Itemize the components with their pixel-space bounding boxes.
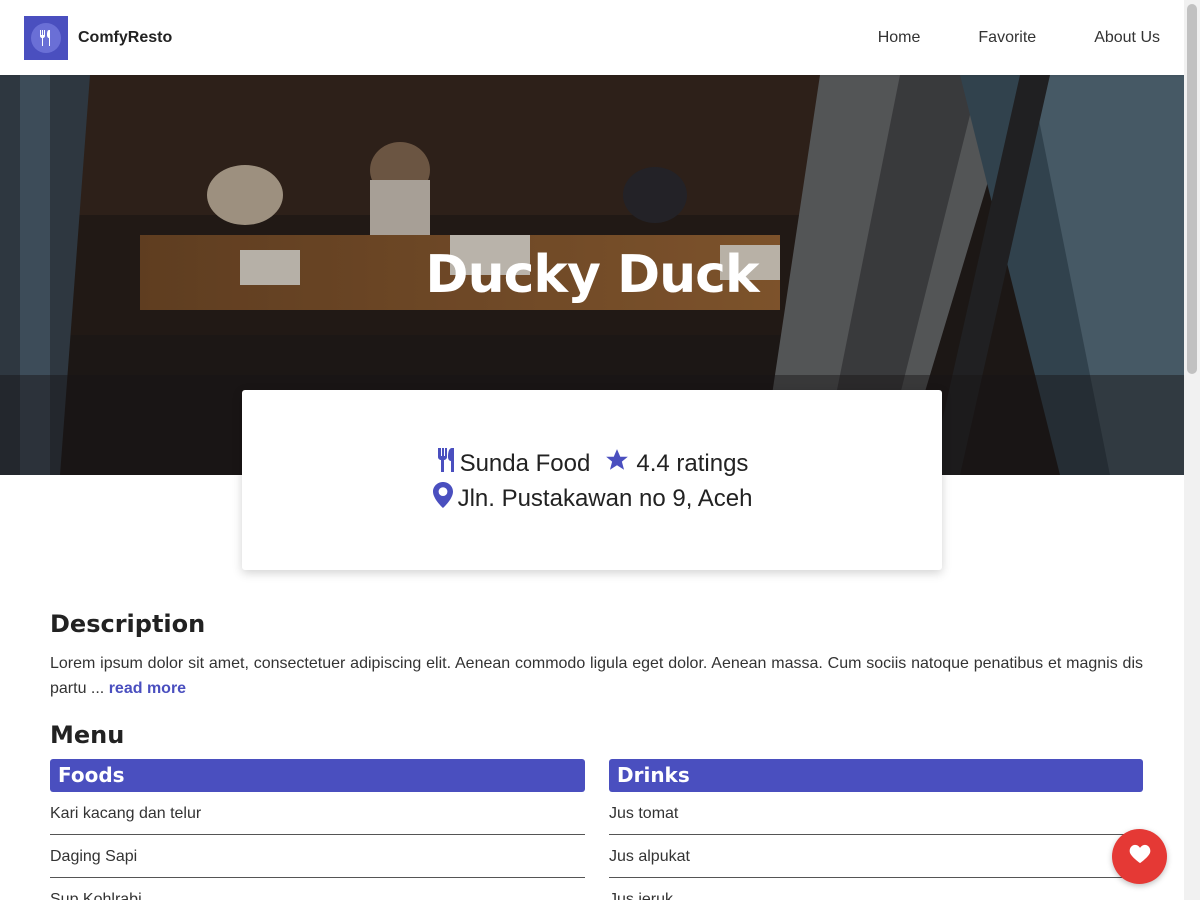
foods-list: Foods Kari kacang dan telur Daging Sapi …: [50, 759, 585, 900]
utensils-icon: [436, 447, 460, 480]
rating-text: 4.4 ratings: [636, 449, 749, 477]
map-pin-icon: [432, 481, 454, 516]
star-icon: [604, 447, 630, 480]
restaurant-name: Ducky Duck: [425, 245, 759, 305]
main-nav: Home Favorite About Us: [820, 29, 1160, 47]
read-more-link[interactable]: read more: [109, 680, 186, 697]
restaurant-details: Description Lorem ipsum dolor sit amet, …: [50, 610, 1143, 900]
page-scrollbar[interactable]: [1184, 0, 1200, 900]
address-text: Jln. Pustakawan no 9, Aceh: [457, 484, 753, 512]
foods-heading: Foods: [50, 759, 585, 792]
logo: [24, 15, 68, 60]
list-item: Sup Kohlrabi: [50, 878, 585, 900]
description-heading: Description: [50, 610, 206, 638]
drinks-list: Drinks Jus tomat Jus alpukat Jus jeruk: [609, 759, 1143, 900]
brand[interactable]: ComfyResto: [24, 15, 173, 60]
brand-name: ComfyResto: [78, 28, 173, 46]
app-header: ComfyResto Home Favorite About Us: [0, 0, 1184, 75]
category-text: Sunda Food: [459, 449, 591, 477]
menu-heading: Menu: [50, 721, 125, 749]
list-item: Jus tomat: [609, 792, 1143, 835]
list-item: Kari kacang dan telur: [50, 792, 585, 835]
heart-icon: [1129, 844, 1151, 869]
nav-home-link[interactable]: Home: [820, 29, 921, 47]
address-row: Jln. Pustakawan no 9, Aceh: [432, 481, 753, 516]
menu-columns: Foods Kari kacang dan telur Daging Sapi …: [50, 759, 1143, 900]
fork-knife-icon: [31, 22, 61, 53]
list-item: Jus jeruk: [609, 878, 1143, 900]
restaurant-info-card: Sunda Food 4.4 ratings Jln. Pustakawan n…: [242, 390, 942, 570]
scrollbar-thumb[interactable]: [1187, 4, 1197, 374]
favorite-button[interactable]: [1112, 829, 1167, 884]
category-rating-row: Sunda Food 4.4 ratings: [436, 446, 749, 481]
description-text: Lorem ipsum dolor sit amet, consectetuer…: [50, 651, 1143, 701]
list-item: Daging Sapi: [50, 835, 585, 878]
list-item: Jus alpukat: [609, 835, 1143, 878]
description-body: Lorem ipsum dolor sit amet, consectetuer…: [50, 655, 1143, 697]
nav-about-link[interactable]: About Us: [1036, 29, 1160, 47]
nav-favorite-link[interactable]: Favorite: [920, 29, 1036, 47]
drinks-heading: Drinks: [609, 759, 1143, 792]
